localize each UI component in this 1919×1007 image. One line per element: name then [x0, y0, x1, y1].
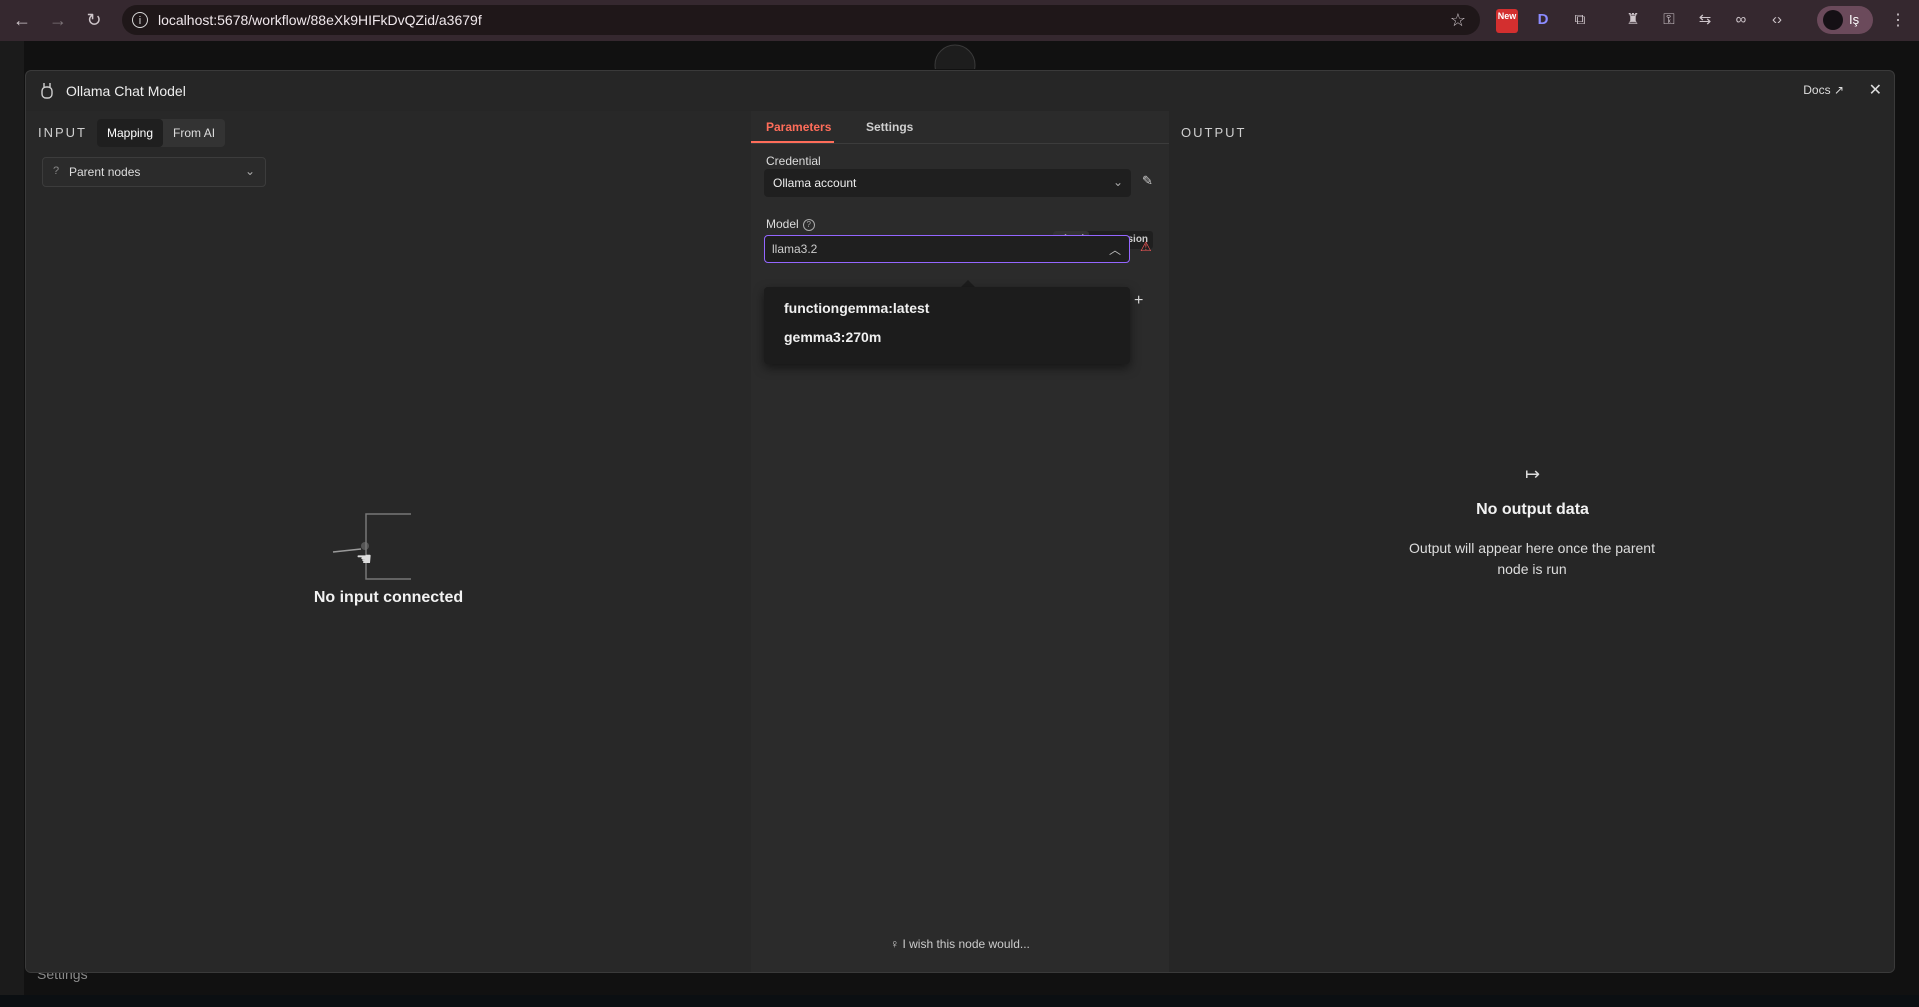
no-output-description: Output will appear here once the parent …	[1409, 540, 1655, 577]
edit-credential-icon[interactable]: ✎	[1142, 173, 1153, 189]
extension-new-badge: New	[1497, 11, 1517, 21]
model-dropdown: functiongemma:latest gemma3:270m	[764, 287, 1130, 364]
modal-header: Ollama Chat Model Docs ↗ ✕	[26, 71, 1894, 112]
mode-mapping-button[interactable]: Mapping	[97, 119, 164, 147]
incognito-icon[interactable]: ♜	[1622, 9, 1644, 31]
external-link-icon: ↗	[1833, 83, 1844, 97]
model-select-input[interactable]: llama3.2 ︿	[764, 235, 1130, 263]
extensions-puzzle-icon[interactable]: ⧉	[1569, 9, 1591, 31]
profile-label: Iş	[1849, 12, 1860, 27]
hand-pointer-icon: ☚	[356, 549, 373, 569]
site-info-icon[interactable]: i	[132, 12, 148, 28]
input-mode-switch: Mapping From AI	[97, 119, 226, 147]
active-tab-indicator	[751, 141, 834, 143]
close-icon[interactable]: ✕	[1869, 80, 1882, 100]
link-icon[interactable]: ∞	[1730, 9, 1752, 31]
back-icon[interactable]: ←	[8, 7, 36, 35]
model-label: Model?	[766, 217, 815, 231]
add-option-icon[interactable]: +	[1134, 292, 1143, 310]
no-input-illustration-icon	[332, 513, 411, 580]
password-key-icon[interactable]: ⚿	[1658, 9, 1680, 31]
warning-icon: ⚠	[1140, 239, 1152, 254]
ollama-llama-icon	[41, 83, 53, 99]
extension-d-label: D	[1537, 11, 1549, 28]
lightbulb-icon: ♀	[890, 937, 900, 951]
extension-d-icon[interactable]: D	[1532, 9, 1554, 31]
app-sidebar	[0, 41, 24, 1007]
browser-toolbar: ← → ↻ i localhost:5678/workflow/88eXk9HI…	[0, 0, 1919, 41]
parameters-panel: Parameters Settings Credential Ollama ac…	[751, 111, 1170, 972]
modal-title: Ollama Chat Model	[66, 83, 186, 99]
tab-parameters[interactable]: Parameters	[766, 120, 831, 134]
mode-from-ai-button[interactable]: From AI	[163, 119, 225, 147]
feedback-text: I wish this node would...	[902, 937, 1030, 951]
dropdown-option[interactable]: functiongemma:latest	[784, 300, 929, 316]
chevron-down-icon: ⌄	[1112, 175, 1123, 189]
no-input-message: No input connected	[313, 589, 464, 606]
feedback-link[interactable]: ♀ I wish this node would...	[751, 937, 1169, 951]
dropdown-option[interactable]: gemma3:270m	[784, 329, 881, 345]
credential-select[interactable]: Ollama account ⌄	[764, 169, 1131, 197]
arrow-into-bar-icon: ↦	[1524, 464, 1541, 484]
parent-nodes-label: Parent nodes	[69, 165, 141, 179]
model-value: llama3.2	[772, 242, 818, 256]
node-details-modal: Ollama Chat Model Docs ↗ ✕ INPUT Mapping…	[25, 70, 1895, 973]
os-taskbar	[0, 995, 1919, 1007]
no-output-title: No output data	[1476, 501, 1589, 518]
code-icon[interactable]: ‹›	[1766, 9, 1788, 31]
docs-link[interactable]: Docs ↗	[1803, 83, 1844, 97]
credential-value: Ollama account	[773, 176, 857, 190]
question-icon: ?	[53, 165, 60, 177]
chevron-down-icon: ⌄	[244, 164, 255, 178]
translate-icon[interactable]: ⇆	[1694, 9, 1716, 31]
browser-menu-icon[interactable]: ⋮	[1890, 10, 1906, 30]
dropdown-caret	[961, 280, 975, 287]
avatar	[1823, 10, 1843, 30]
parent-nodes-select[interactable]: ? Parent nodes ⌄	[42, 157, 266, 187]
chevron-up-icon: ︿	[1108, 243, 1121, 257]
output-panel-title: OUTPUT	[1181, 125, 1247, 140]
tab-settings[interactable]: Settings	[866, 120, 913, 134]
params-tabs: Parameters Settings	[751, 111, 1169, 144]
bookmark-star-icon[interactable]: ☆	[1450, 10, 1466, 31]
profile-button[interactable]: Iş	[1817, 6, 1873, 34]
output-panel: OUTPUT ↦ No output data Output will appe…	[1169, 111, 1894, 972]
forward-icon[interactable]: →	[44, 7, 72, 35]
help-icon[interactable]: ?	[802, 218, 815, 231]
model-label-text: Model	[766, 217, 799, 231]
credential-label: Credential	[766, 154, 821, 168]
input-panel-title: INPUT	[38, 125, 87, 140]
address-bar[interactable]: i localhost:5678/workflow/88eXk9HIFkDvQZ…	[122, 5, 1480, 35]
extension-new-icon[interactable]: New	[1496, 9, 1518, 33]
input-panel: INPUT Mapping From AI ? Parent nodes ⌄ ☚…	[26, 111, 752, 972]
reload-icon[interactable]: ↻	[80, 7, 108, 35]
url-text: localhost:5678/workflow/88eXk9HIFkDvQZid…	[158, 12, 482, 28]
docs-label: Docs	[1803, 83, 1831, 97]
node-drag-handle[interactable]	[930, 41, 980, 69]
